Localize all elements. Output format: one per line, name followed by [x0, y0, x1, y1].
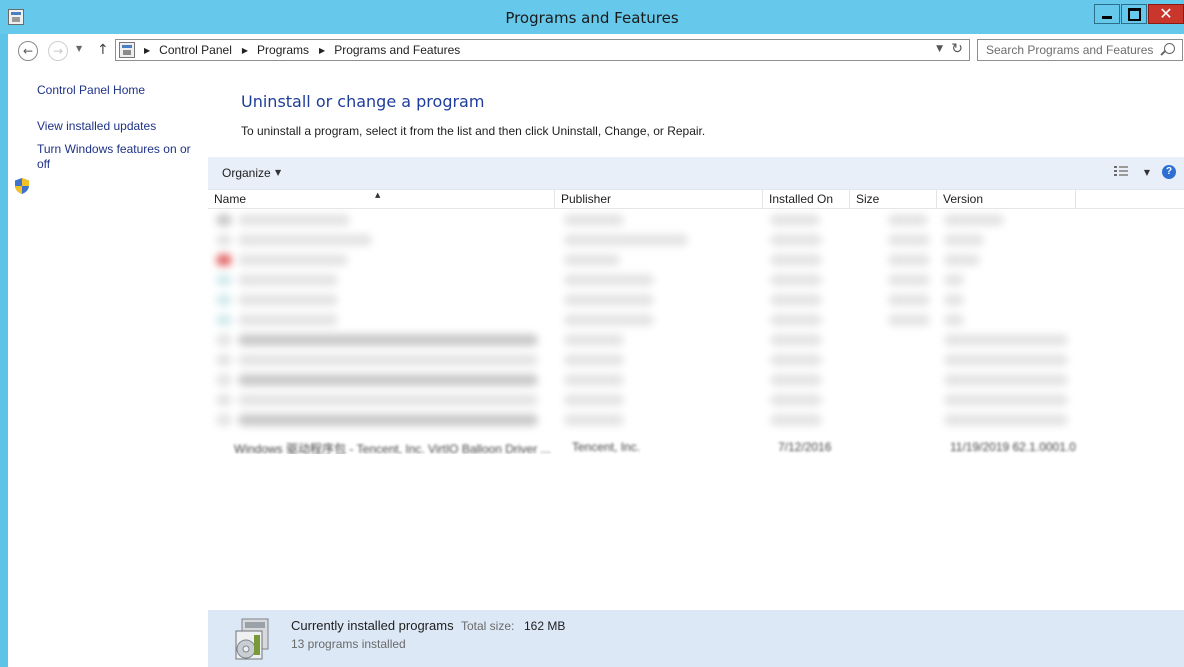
close-button[interactable]: ✕: [1148, 4, 1184, 24]
table-row[interactable]: [208, 230, 1088, 248]
window-client: ← → ▼ ↑ ▶ Control Panel ▶ Programs ▶ Pro…: [8, 34, 1184, 667]
sidebar-item-windows-features[interactable]: Turn Windows features on or off: [37, 142, 197, 172]
page-description: To uninstall a program, select it from t…: [241, 124, 706, 138]
installed-programs-icon: [235, 618, 269, 660]
column-header-name[interactable]: Name ▲: [208, 190, 555, 208]
table-row[interactable]: Windows 驱动程序包 - Tencent, Inc. VirtIO Bal…: [222, 440, 1098, 454]
back-arrow-icon: ←: [22, 44, 34, 58]
column-header-row: Name ▲ Publisher Installed On Size Versi…: [208, 190, 1184, 209]
window-title: Programs and Features: [505, 9, 679, 27]
breadcrumb-programs[interactable]: Programs: [257, 43, 309, 57]
chevron-right-icon[interactable]: ▶: [144, 46, 150, 55]
table-row[interactable]: [208, 330, 1088, 348]
program-installed-on: 7/12/2016: [778, 440, 832, 454]
title-bar: Programs and Features ✕: [0, 0, 1184, 34]
minimize-icon: [1102, 15, 1112, 19]
maximize-button[interactable]: [1121, 4, 1147, 24]
change-view-icon[interactable]: [1114, 166, 1128, 178]
help-icon[interactable]: ?: [1162, 165, 1176, 179]
column-header-publisher[interactable]: Publisher: [555, 190, 763, 208]
total-size-value: 162 MB: [524, 619, 566, 633]
search-input[interactable]: [986, 41, 1166, 59]
program-publisher: Tencent, Inc.: [572, 440, 641, 454]
forward-button[interactable]: →: [48, 41, 68, 61]
search-box[interactable]: [977, 39, 1183, 61]
footer-title: Currently installed programs: [291, 618, 454, 633]
shield-icon: [15, 178, 29, 194]
program-name: Windows 驱动程序包 - Tencent, Inc. VirtIO Bal…: [234, 442, 551, 454]
sidebar-item-control-panel-home[interactable]: Control Panel Home: [37, 83, 145, 98]
address-bar[interactable]: ▶ Control Panel ▶ Programs ▶ Programs an…: [115, 39, 970, 61]
programs-count: 13 programs installed: [291, 637, 406, 651]
table-row[interactable]: [208, 290, 1088, 308]
table-row[interactable]: [208, 250, 1088, 268]
table-row[interactable]: [208, 410, 1088, 428]
sidebar: Control Panel Home View installed update…: [8, 68, 208, 667]
column-header-version[interactable]: Version: [937, 190, 1076, 208]
address-dropdown-icon[interactable]: ▼: [936, 44, 943, 54]
maximize-icon: [1127, 7, 1141, 21]
recent-locations-dropdown[interactable]: ▼: [76, 44, 82, 53]
sidebar-item-view-installed-updates[interactable]: View installed updates: [37, 119, 156, 134]
table-row[interactable]: [208, 370, 1088, 388]
close-icon: ✕: [1159, 4, 1173, 23]
chevron-right-icon[interactable]: ▶: [242, 46, 248, 55]
page-title: Uninstall or change a program: [241, 92, 485, 111]
forward-arrow-icon: →: [52, 44, 64, 58]
total-size-label: Total size:: [461, 619, 515, 633]
table-row[interactable]: [208, 390, 1088, 408]
table-row[interactable]: [208, 270, 1088, 288]
breadcrumb: ▶ Control Panel ▶ Programs ▶ Programs an…: [140, 43, 460, 57]
minimize-button[interactable]: [1094, 4, 1120, 24]
details-pane: Currently installed programs Total size:…: [208, 610, 1184, 667]
control-panel-icon: [119, 42, 135, 58]
up-arrow-icon[interactable]: ↑: [97, 42, 109, 58]
column-header-size[interactable]: Size: [850, 190, 937, 208]
table-row[interactable]: [208, 210, 1088, 228]
chevron-right-icon[interactable]: ▶: [319, 46, 325, 55]
program-version: 11/19/2019 62.1.0001.0: [950, 440, 1076, 454]
back-button[interactable]: ←: [18, 41, 38, 61]
column-header-installed-on[interactable]: Installed On: [763, 190, 850, 208]
program-list[interactable]: Windows 驱动程序包 - Tencent, Inc. VirtIO Bal…: [208, 208, 1098, 454]
view-dropdown-icon[interactable]: ▼: [1144, 168, 1150, 177]
organize-dropdown-icon[interactable]: ▼: [275, 168, 281, 177]
organize-button[interactable]: Organize: [222, 166, 271, 180]
command-bar: Organize ▼ ▼ ?: [208, 157, 1184, 190]
table-row[interactable]: [208, 310, 1088, 328]
table-row[interactable]: [208, 350, 1088, 368]
breadcrumb-programs-and-features[interactable]: Programs and Features: [334, 43, 460, 57]
search-icon[interactable]: [1164, 43, 1175, 54]
refresh-icon[interactable]: ↻: [951, 41, 963, 57]
navigation-bar: ← → ▼ ↑ ▶ Control Panel ▶ Programs ▶ Pro…: [8, 34, 1184, 68]
column-label: Name: [214, 192, 247, 206]
sort-ascending-icon: ▲: [375, 191, 381, 199]
breadcrumb-control-panel[interactable]: Control Panel: [159, 43, 232, 57]
